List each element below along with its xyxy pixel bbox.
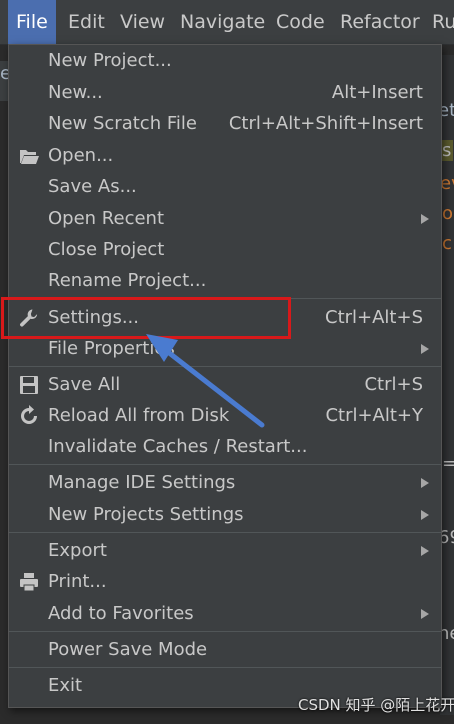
menu-item-label: Manage IDE Settings	[48, 472, 236, 493]
menu-item-new-project[interactable]: New Project...	[9, 45, 441, 76]
menu-item-label: New Scratch File	[48, 113, 197, 134]
menu-item-open[interactable]: Open...	[9, 140, 441, 171]
menu-item-shortcut: Alt+Insert	[331, 82, 423, 103]
menu-item-label: Save As...	[48, 176, 137, 197]
bg-fragment: =	[442, 453, 454, 474]
menu-item-open-recent[interactable]: Open Recent	[9, 203, 441, 234]
watermark: CSDN 知乎 @陌上花开	[298, 696, 454, 714]
menu-item-power-save-mode[interactable]: Power Save Mode	[9, 634, 441, 665]
print-icon	[20, 573, 38, 592]
menu-item-new-projects-settings[interactable]: New Projects Settings	[9, 499, 441, 530]
menu-code[interactable]: Code	[276, 0, 325, 44]
save-icon	[20, 376, 38, 394]
menu-item-export[interactable]: Export	[9, 535, 441, 566]
menu-view[interactable]: View	[120, 0, 165, 44]
menu-item-label: Open Recent	[48, 208, 165, 229]
menu-item-label: Reload All from Disk	[48, 405, 230, 426]
bg-fragment: ev	[440, 173, 454, 194]
menu-item-label: Open...	[48, 145, 114, 166]
menu-item-shortcut: Ctrl+Alt+S	[325, 307, 423, 328]
submenu-arrow-icon	[421, 214, 429, 224]
bg-fragment: o	[442, 203, 454, 224]
menu-item-label: Exit	[48, 675, 83, 696]
settings-highlight-box	[1, 297, 291, 339]
menu-item-label: Add to Favorites	[48, 603, 194, 624]
submenu-arrow-icon	[421, 344, 429, 354]
menu-item-label: New...	[48, 82, 103, 103]
submenu-arrow-icon	[421, 609, 429, 619]
menu-item-label: New Projects Settings	[48, 504, 244, 525]
menu-item-new-scratch-file[interactable]: New Scratch File Ctrl+Alt+Shift+Insert	[9, 108, 441, 139]
menu-separator	[9, 667, 441, 668]
menu-separator	[9, 464, 441, 465]
bg-fragment: c	[442, 233, 452, 254]
menu-item-save-all[interactable]: Save All Ctrl+S	[9, 369, 441, 400]
menu-item-manage-ide-settings[interactable]: Manage IDE Settings	[9, 467, 441, 498]
menu-navigate[interactable]: Navigate	[180, 0, 265, 44]
menu-item-label: Export	[48, 540, 107, 561]
menu-separator	[9, 366, 441, 367]
menu-item-label: Power Save Mode	[48, 639, 208, 660]
menu-item-label: Print...	[48, 571, 107, 592]
menu-item-label: Close Project	[48, 239, 165, 260]
menu-item-save-as[interactable]: Save As...	[9, 171, 441, 202]
menu-item-shortcut: Ctrl+Alt+Y	[325, 405, 423, 426]
menu-item-reload-all[interactable]: Reload All from Disk Ctrl+Alt+Y	[9, 400, 441, 431]
menu-item-shortcut: Ctrl+S	[364, 374, 423, 395]
menu-item-label: New Project...	[48, 50, 172, 71]
menu-edit[interactable]: Edit	[68, 0, 105, 44]
menu-item-invalidate-caches[interactable]: Invalidate Caches / Restart...	[9, 431, 441, 462]
submenu-arrow-icon	[421, 546, 429, 556]
folder-open-icon	[20, 150, 39, 164]
menu-item-close-project[interactable]: Close Project	[9, 234, 441, 265]
menu-file[interactable]: File	[8, 0, 56, 44]
menubar: File Edit View Navigate Code Refactor Ru	[0, 0, 454, 45]
menu-item-label: Rename Project...	[48, 270, 207, 291]
menu-item-shortcut: Ctrl+Alt+Shift+Insert	[228, 113, 423, 134]
menu-item-add-to-favorites[interactable]: Add to Favorites	[9, 598, 441, 629]
menu-run[interactable]: Ru	[432, 0, 454, 44]
menu-item-rename-project[interactable]: Rename Project...	[9, 265, 441, 296]
menu-item-label: Invalidate Caches / Restart...	[48, 436, 308, 457]
submenu-arrow-icon	[421, 478, 429, 488]
file-menu-dropdown: New Project... New... Alt+Insert New Scr…	[8, 44, 442, 708]
menu-refactor[interactable]: Refactor	[340, 0, 420, 44]
menu-item-new[interactable]: New... Alt+Insert	[9, 77, 441, 108]
submenu-arrow-icon	[421, 510, 429, 520]
menu-separator	[9, 532, 441, 533]
menu-separator	[9, 631, 441, 632]
bg-fragment: s	[440, 140, 454, 161]
menu-item-print[interactable]: Print...	[9, 566, 441, 597]
menu-item-label: Save All	[48, 374, 121, 395]
reload-icon	[21, 405, 37, 424]
